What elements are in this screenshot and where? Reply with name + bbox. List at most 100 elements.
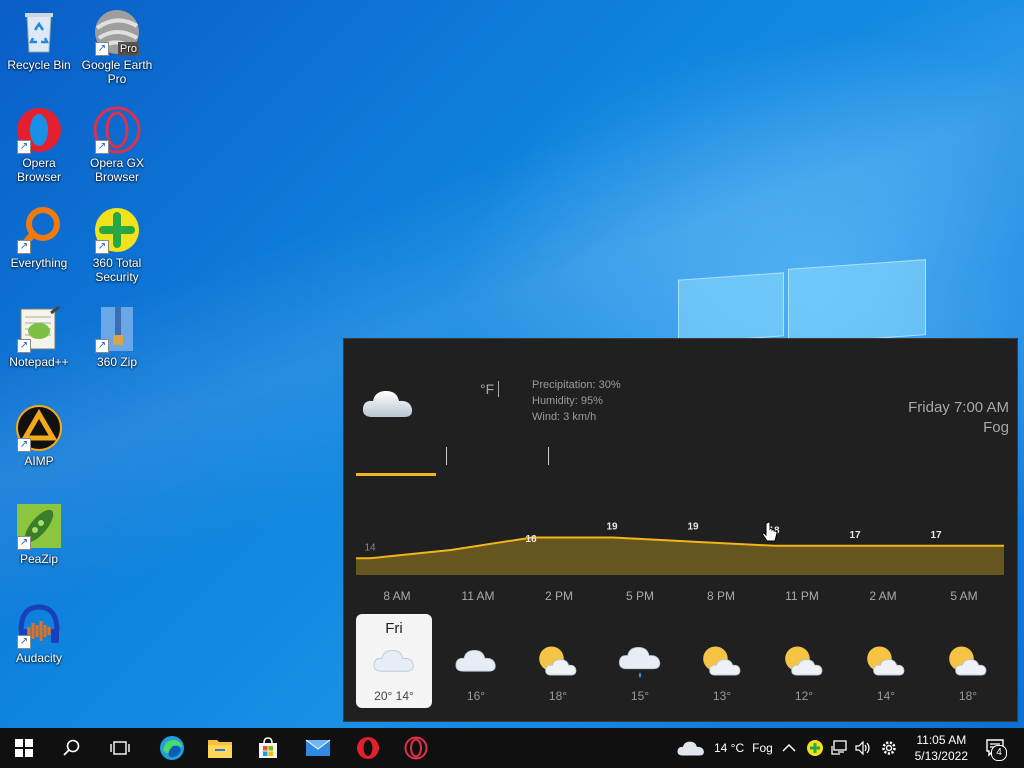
search-button[interactable] — [50, 728, 94, 768]
forecast-day[interactable]: 15° — [602, 614, 678, 708]
hour-label: 2 PM — [544, 589, 573, 603]
hourly-temp-label: 17 — [849, 530, 861, 541]
shortcut-arrow-icon: ↗ — [17, 635, 31, 649]
shortcut-arrow-icon: ↗ — [17, 438, 31, 452]
desktop-icon-audacity[interactable]: ↗ Audacity — [0, 601, 78, 665]
shortcut-arrow-icon: ↗ — [17, 536, 31, 550]
task-view-icon — [110, 741, 130, 755]
windows-logo-wallpaper — [678, 258, 926, 345]
google-earth-icon: ↗ Pro — [93, 8, 141, 56]
partly-sunny-icon — [699, 644, 745, 685]
desktop-icon-360-zip[interactable]: ↗ 360 Zip — [78, 305, 156, 369]
recycle-bin-icon — [15, 8, 63, 56]
desktop-icon-360-total-security[interactable]: ↗ 360 Total Security — [78, 206, 156, 284]
audacity-icon: ↗ — [15, 601, 63, 649]
taskbar: 14 °C Fog 11:05 AM 5/13/2022 4 — [0, 728, 1024, 768]
shortcut-arrow-icon: ↗ — [95, 339, 109, 353]
tray-360-security[interactable] — [806, 728, 824, 768]
weather-panel: °F Precipitation: 30% Humidity: 95% Wind… — [343, 338, 1018, 722]
condition: Fog — [983, 419, 1009, 436]
day-temperature: 16° — [466, 689, 486, 703]
clock[interactable]: 11:05 AM 5/13/2022 — [915, 732, 968, 764]
task-view-button[interactable] — [98, 728, 142, 768]
taskbar-weather[interactable]: 14 °C Fog — [676, 728, 773, 768]
temperature-unit-toggle[interactable]: °F — [480, 381, 494, 397]
desktop-icon-google-earth-pro[interactable]: ↗ Pro Google Earth Pro — [78, 8, 156, 86]
volume-icon — [855, 740, 870, 756]
desktop-icon-opera[interactable]: ↗ Opera Browser — [0, 106, 78, 184]
cloudy-icon — [371, 644, 417, 681]
gear-icon — [882, 741, 896, 755]
folder-icon — [208, 740, 232, 758]
tray-volume[interactable] — [854, 728, 872, 768]
desktop-icon-label: 360 Total Security — [92, 256, 142, 284]
temperature-area — [356, 537, 1004, 575]
taskbar-file-explorer[interactable] — [198, 728, 242, 768]
tab-temperature-underline[interactable] — [356, 473, 436, 476]
desktop-icon-label: Opera GX Browser — [89, 156, 145, 184]
taskbar-weather-temp: 14 °C — [714, 741, 745, 755]
taskbar-opera[interactable] — [346, 728, 390, 768]
desktop-icon-opera-gx[interactable]: ↗ Opera GX Browser — [78, 106, 156, 184]
shortcut-arrow-icon: ↗ — [95, 42, 109, 56]
tray-settings[interactable] — [880, 728, 898, 768]
forecast-day[interactable]: 18° — [930, 614, 1006, 708]
forecast-day-selected[interactable]: Fri 20° 14° — [356, 614, 432, 708]
shortcut-arrow-icon: ↗ — [17, 140, 31, 154]
hourly-temp-label: 19 — [606, 522, 618, 533]
opera-icon — [357, 737, 379, 759]
desktop-icon-notepad-plus-plus[interactable]: ↗ Notepad++ — [0, 305, 78, 369]
taskbar-mail[interactable] — [296, 728, 340, 768]
edge-icon — [160, 736, 184, 760]
peazip-icon: ↗ — [15, 502, 63, 550]
show-hidden-icons-button[interactable] — [782, 728, 796, 768]
partly-sunny-icon — [535, 644, 581, 685]
day-name: Fri — [385, 620, 403, 637]
desktop-icon-label: Notepad++ — [9, 355, 69, 369]
desktop-icon-everything[interactable]: ↗ Everything — [0, 206, 78, 270]
day-temperature: 15° — [630, 689, 650, 703]
day-temperature: 18° — [958, 689, 978, 703]
day-temperature: 18° — [548, 689, 568, 703]
opera-gx-icon: ↗ — [93, 106, 141, 154]
forecast-day[interactable]: 16° — [438, 614, 514, 708]
forecast-day[interactable]: 18° — [520, 614, 596, 708]
taskbar-opera-gx[interactable] — [394, 728, 438, 768]
start-button[interactable] — [2, 728, 46, 768]
wind: Wind: 3 km/h — [532, 411, 597, 423]
tab-separator — [446, 447, 447, 465]
desktop-icon-peazip[interactable]: ↗ PeaZip — [0, 502, 78, 566]
forecast-day[interactable]: 12° — [766, 614, 842, 708]
shortcut-arrow-icon: ↗ — [95, 140, 109, 154]
desktop-icon-recycle-bin[interactable]: Recycle Bin — [0, 8, 78, 72]
clock-time: 11:05 AM — [916, 733, 967, 747]
store-icon — [259, 737, 277, 758]
notification-count-badge: 4 — [991, 745, 1007, 761]
day-temperature: 13° — [712, 689, 732, 703]
tray-network[interactable] — [830, 728, 848, 768]
forecast-day[interactable]: 13° — [684, 614, 760, 708]
hourly-temp-label: 17 — [930, 530, 942, 541]
forecast-day[interactable]: 14° — [848, 614, 924, 708]
desktop-icon-label: Everything — [10, 256, 68, 270]
magnifier-icon: ↗ — [15, 206, 63, 254]
desktop-icon-label: Recycle Bin — [7, 58, 71, 72]
taskbar-store[interactable] — [246, 728, 290, 768]
360-security-icon: ↗ — [93, 206, 141, 254]
mouse-cursor-icon — [762, 521, 778, 548]
hour-label: 11 PM — [785, 589, 819, 603]
desktop-icon-aimp[interactable]: ↗ AIMP — [0, 404, 78, 468]
network-icon — [831, 740, 847, 755]
cloudy-icon — [453, 644, 499, 681]
chevron-up-icon — [782, 743, 796, 752]
rain-icon — [617, 644, 663, 687]
shortcut-arrow-icon: ↗ — [17, 339, 31, 353]
precipitation: Precipitation: 30% — [532, 379, 621, 391]
opera-gx-icon — [404, 736, 428, 760]
clock-date: 5/13/2022 — [914, 749, 968, 763]
day-time: Friday 7:00 AM — [908, 399, 1009, 416]
desktop-icon-label: Audacity — [15, 651, 63, 665]
taskbar-edge[interactable] — [150, 728, 194, 768]
aimp-icon: ↗ — [15, 404, 63, 452]
action-center-button[interactable]: 4 — [976, 728, 1016, 768]
